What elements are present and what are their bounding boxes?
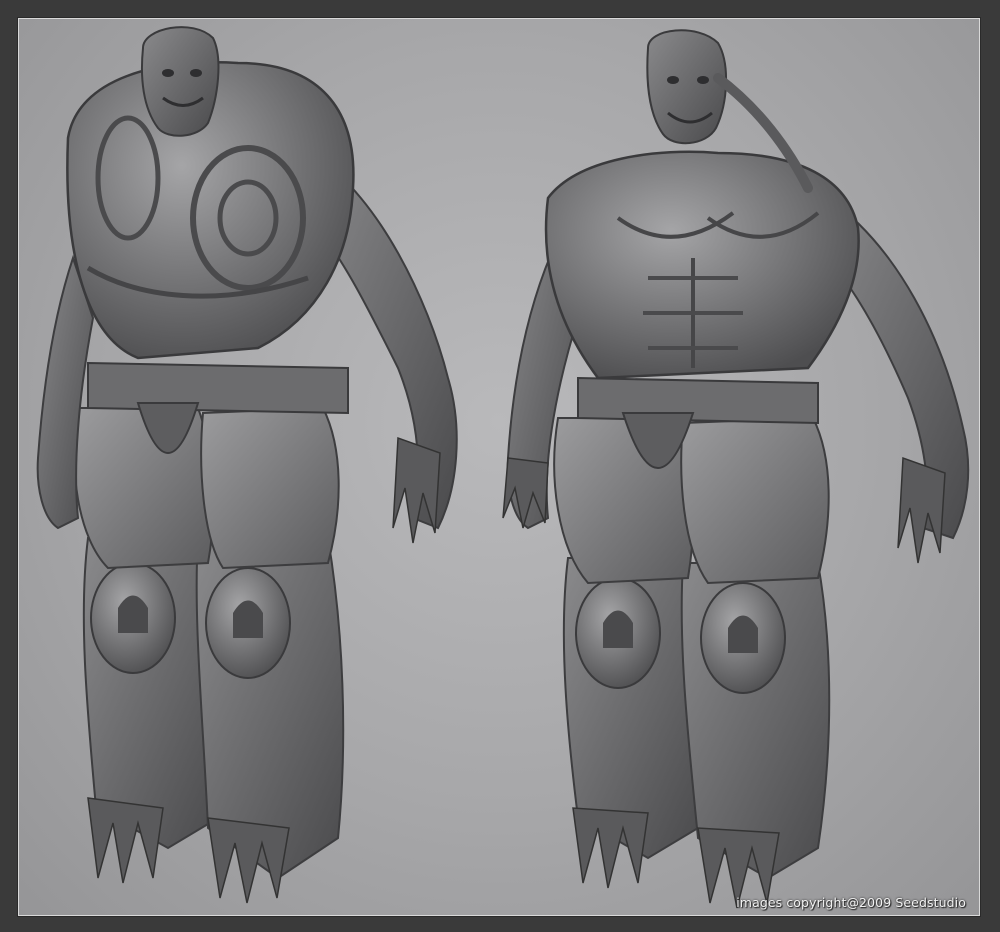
copyright-watermark: images copyright@2009 Seedstudio [736,895,966,910]
render-viewport: images copyright@2009 Seedstudio [18,18,980,916]
image-frame: images copyright@2009 Seedstudio [0,0,1000,932]
bare-torso-creature-figure [502,29,970,909]
sculpt-render [36,26,970,909]
armored-creature-figure [36,26,458,904]
